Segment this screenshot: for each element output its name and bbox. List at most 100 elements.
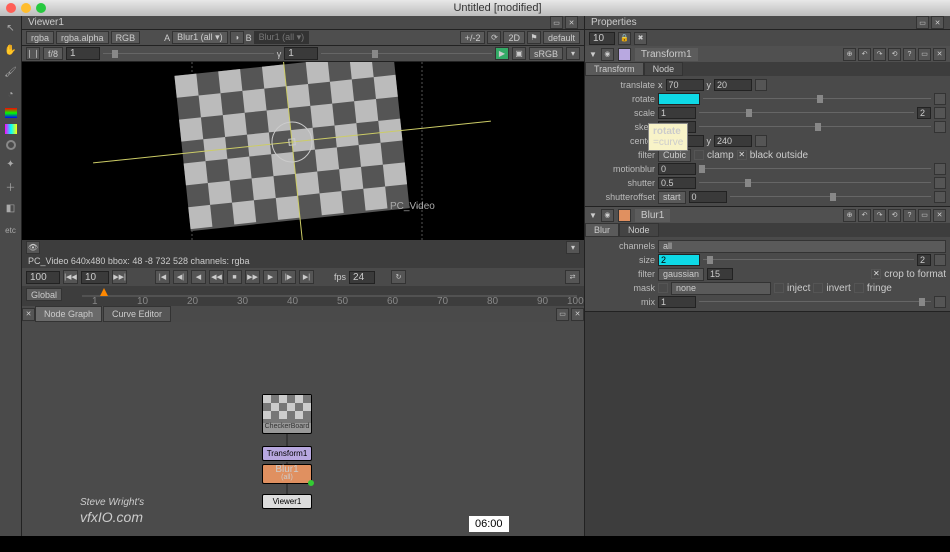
fringe-checkbox[interactable] [854,283,864,293]
input-b-dropdown[interactable]: Blur1 (all ▾) [254,31,310,44]
lock-all-icon[interactable]: 🔒 [618,32,631,45]
pointer-icon[interactable]: ↖ [3,20,19,36]
mask-dropdown[interactable]: none [671,282,771,295]
crop-icon[interactable]: ◧ [3,200,19,216]
minimize-icon[interactable] [21,3,31,13]
undo-icon[interactable]: ↶ [858,48,871,61]
space-2d-dropdown[interactable]: 2D [503,31,525,44]
subtab-blur[interactable]: Blur [585,223,619,237]
scale-mult-field[interactable]: 2 [917,107,931,119]
close-panel2-icon[interactable]: ✕ [933,209,946,222]
node-viewer1[interactable]: Viewer1 [262,494,312,509]
eye-icon[interactable]: 👁 [26,241,40,254]
goto-first-icon[interactable]: |◀◀ [63,270,78,284]
colorspace-dropdown[interactable]: sRGB [529,47,563,60]
channels-dropdown[interactable]: all [658,240,946,253]
shutter-field[interactable]: 0.5 [658,177,696,189]
redo2-icon[interactable]: ↷ [873,209,886,222]
sparkle-icon[interactable]: ✦ [3,156,19,172]
clear-all-icon[interactable]: ✖ [634,32,647,45]
invert-checkbox[interactable] [813,283,823,293]
mix-slider[interactable] [699,298,931,306]
lut-toggle-icon[interactable]: ▶ [495,47,509,60]
clamp-checkbox[interactable] [694,150,704,160]
channel-mask-dropdown[interactable]: rgba.alpha [56,31,109,44]
node-color2-icon[interactable] [618,209,631,222]
size-anim-icon[interactable] [934,254,946,266]
size-mult-field[interactable]: 2 [917,254,931,266]
prev-frame-icon[interactable]: ◀ [191,270,206,284]
panel-close2-icon[interactable]: ✕ [571,308,584,321]
prop-max-panels-field[interactable]: 10 [589,32,615,45]
viewer-viewport[interactable]: PC_Video [22,62,584,240]
center-icon[interactable]: ⊕ [843,48,856,61]
motionblur-anim-icon[interactable] [934,163,946,175]
subtab-node[interactable]: Node [644,62,684,76]
close-panel-icon[interactable]: ✕ [933,48,946,61]
gain-slider[interactable] [103,50,274,58]
shutter-anim-icon[interactable] [934,177,946,189]
colorspace-menu-icon[interactable]: ▾ [566,47,580,60]
input-a-dropdown[interactable]: Blur1 (all ▾) [172,31,228,44]
disclosure-triangle2-icon[interactable]: ▼ [589,211,597,220]
circle-icon[interactable] [6,140,16,150]
timer-icon[interactable]: ◔ [3,86,19,102]
next-key-icon[interactable]: |▶ [281,270,296,284]
gradient-icon[interactable] [5,124,17,134]
crop-checkbox[interactable] [871,269,881,279]
float-panel-icon[interactable]: ▭ [918,48,931,61]
disclosure-triangle-icon[interactable]: ▼ [589,50,597,59]
center2-icon[interactable]: ⊕ [843,209,856,222]
skew-slider[interactable] [699,123,931,131]
stop-icon[interactable]: ■ [227,270,242,284]
rotate-slider[interactable] [703,95,931,103]
revert-icon[interactable]: ⟲ [888,48,901,61]
frame-start-field[interactable]: 100 [26,271,60,284]
rgb-bars-icon[interactable] [5,108,17,118]
panel-title-transform[interactable]: Transform1 [635,48,698,61]
node-transform1[interactable]: Transform1 [262,446,312,461]
tab-node-graph[interactable]: Node Graph [35,306,102,322]
scale-anim-icon[interactable] [934,107,946,119]
next-frame-icon[interactable]: ▶ [263,270,278,284]
prev-key-icon[interactable]: ◀| [173,270,188,284]
blur-filter-dropdown[interactable]: gaussian [658,268,704,281]
clip-icon[interactable]: ▣ [512,47,526,60]
reset-zoom-icon[interactable]: ⟳ [487,31,501,44]
brush-icon[interactable]: 🖌 [3,64,19,80]
prop-float-icon[interactable]: ▭ [916,16,929,29]
wipe-icon[interactable]: ◑ [230,31,244,44]
quality-field[interactable]: 15 [707,268,733,280]
undo2-icon[interactable]: ↶ [858,209,871,222]
close-icon[interactable] [6,3,16,13]
size-slider[interactable] [703,256,914,264]
prop-close-icon[interactable]: ✕ [931,16,944,29]
frame-current-field[interactable]: 10 [81,271,109,284]
rgb-mode-dropdown[interactable]: RGB [111,31,141,44]
etc-label[interactable]: etc [3,222,19,238]
help2-icon[interactable]: ? [903,209,916,222]
translate-anim-icon[interactable] [755,79,767,91]
close-tab-icon[interactable]: ✕ [22,308,35,321]
rotate-field[interactable] [658,93,700,105]
scale-slider[interactable] [699,109,914,117]
skew-anim-icon[interactable] [934,121,946,133]
flag-icon[interactable]: ⚑ [527,31,541,44]
panel-title-blur[interactable]: Blur1 [635,209,670,222]
pause-update-icon[interactable]: ❘❘ [26,47,40,60]
fps-field[interactable]: 24 [349,271,375,284]
loop-icon[interactable]: ↻ [391,270,406,284]
fstop-dropdown[interactable]: f/8 [43,47,63,60]
gamma-slider[interactable] [321,50,492,58]
motionblur-field[interactable]: 0 [658,163,696,175]
channel-layer-dropdown[interactable]: rgba [26,31,54,44]
help-icon[interactable]: ? [903,48,916,61]
viewer-menu-icon[interactable]: ▾ [566,241,580,254]
goto-last-icon[interactable]: ▶▶| [112,270,127,284]
sync-icon[interactable]: ⇄ [565,270,580,284]
shutter-slider[interactable] [699,179,931,187]
timeline[interactable]: Global 1102030405060708090100 [22,286,584,306]
rotate-anim-icon[interactable] [934,93,946,105]
hand-icon[interactable]: ✋ [3,42,19,58]
enable-node-icon[interactable]: ◉ [601,48,614,61]
